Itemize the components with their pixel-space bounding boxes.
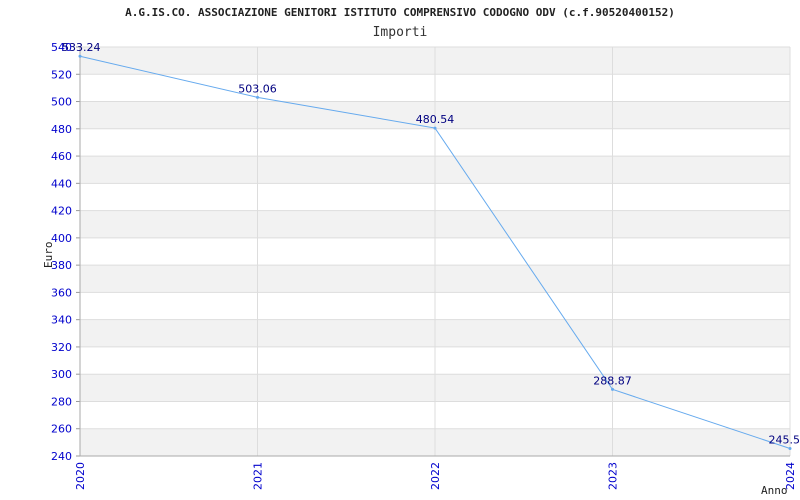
y-tick-label: 280: [51, 395, 72, 408]
line-chart: 2402602803003203403603804004204404604805…: [42, 41, 800, 497]
data-point: [433, 126, 437, 130]
y-axis-label: Euro: [42, 242, 55, 269]
y-tick-label: 260: [51, 423, 72, 436]
y-tick-label: 440: [51, 177, 72, 190]
data-label: 503.06: [238, 82, 277, 95]
data-point: [788, 447, 792, 451]
data-point: [256, 95, 259, 99]
x-tick-label: 2021: [252, 462, 265, 490]
y-tick-label: 480: [51, 123, 72, 136]
x-tick-label: 2023: [607, 462, 620, 490]
x-tick-label: 2022: [429, 462, 442, 490]
y-tick-label: 240: [51, 450, 72, 463]
y-tick-label: 460: [51, 150, 72, 163]
y-tick-label: 300: [51, 368, 72, 381]
data-label: 288.87: [593, 374, 632, 387]
y-tick-label: 340: [51, 314, 72, 327]
x-tick-label: 2020: [74, 462, 87, 490]
y-tick-label: 360: [51, 286, 72, 299]
y-tick-label: 320: [51, 341, 72, 354]
x-axis-label: Anno: [761, 484, 788, 497]
x-tick-labels: 2020 2021 2022 2023 2024: [74, 462, 797, 490]
y-tick-label: 500: [51, 96, 72, 109]
data-point: [78, 54, 82, 58]
data-label: 480.54: [416, 113, 455, 126]
y-tick-label: 520: [51, 68, 72, 81]
y-tick-label: 420: [51, 205, 72, 218]
data-label: 533.24: [62, 41, 101, 54]
data-point: [611, 387, 614, 391]
data-label: 245.5: [769, 434, 800, 447]
